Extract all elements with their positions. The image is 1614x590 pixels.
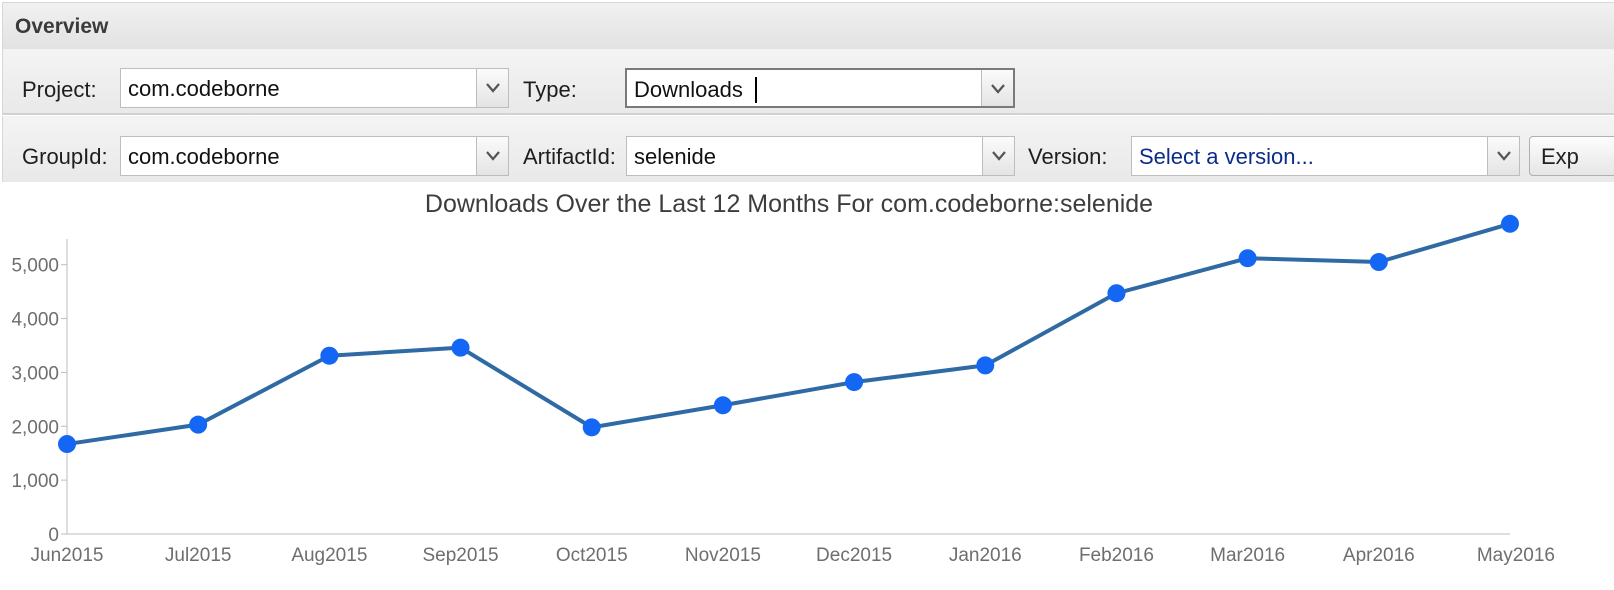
version-label: Version: <box>1028 144 1108 169</box>
y-tick-label: 3,000 <box>11 363 59 384</box>
chart-canvas: Downloads Over the Last 12 Months For co… <box>11 190 1555 566</box>
artifactid-value: selenide <box>634 144 716 169</box>
y-tick-label: 2,000 <box>11 417 59 438</box>
y-axis-ticks: 0 1,000 2,000 3,000 4,000 5,000 <box>11 256 67 546</box>
project-value: com.codeborne <box>128 76 280 101</box>
x-tick-label: Feb2016 <box>1079 545 1154 566</box>
y-tick-label: 0 <box>48 525 59 546</box>
project-label: Project: <box>22 77 97 102</box>
panel-header: Overview <box>2 2 1614 50</box>
version-combobox[interactable]: Select a version... <box>1131 136 1520 176</box>
y-tick-label: 4,000 <box>11 310 59 331</box>
toolbar-artifact: GroupId: com.codeborne ArtifactId: selen… <box>2 116 1614 183</box>
version-placeholder: Select a version... <box>1139 144 1314 169</box>
artifactid-label: ArtifactId: <box>523 144 616 169</box>
groupid-dropdown-button[interactable] <box>476 137 508 175</box>
data-point[interactable] <box>1238 249 1257 268</box>
x-tick-label: Aug2015 <box>291 545 367 566</box>
export-button[interactable]: Exp <box>1529 136 1614 176</box>
text-cursor <box>755 77 757 103</box>
x-tick-label: Jul2015 <box>165 545 232 566</box>
groupid-combobox[interactable]: com.codeborne <box>120 136 509 176</box>
overview-panel: Overview Project: com.codeborne Type: Do… <box>0 0 1614 590</box>
export-button-label: Exp <box>1541 144 1579 169</box>
chevron-down-icon <box>1497 151 1511 161</box>
type-label: Type: <box>523 77 577 102</box>
chart-title: Downloads Over the Last 12 Months For co… <box>425 190 1153 218</box>
artifactid-combobox[interactable]: selenide <box>626 136 1015 176</box>
data-point[interactable] <box>1369 253 1388 272</box>
groupid-label: GroupId: <box>22 144 108 169</box>
type-combobox[interactable]: Downloads <box>625 68 1015 108</box>
x-tick-label: Dec2015 <box>816 545 892 566</box>
chevron-down-icon <box>486 151 500 161</box>
data-point[interactable] <box>1107 284 1126 303</box>
data-point[interactable] <box>1501 214 1519 233</box>
x-tick-label: Jan2016 <box>949 545 1022 566</box>
toolbar-project-type: Project: com.codeborne Type: Downloads <box>2 49 1614 115</box>
data-point[interactable] <box>845 373 864 392</box>
chevron-down-icon <box>991 84 1005 94</box>
y-tick-label: 5,000 <box>11 256 59 277</box>
data-point[interactable] <box>58 435 76 454</box>
x-tick-label: Mar2016 <box>1210 545 1285 566</box>
x-axis-labels: Jun2015 Jul2015 Aug2015 Sep2015 Oct2015 Nov20… <box>31 545 1555 566</box>
groupid-value: com.codeborne <box>128 144 280 169</box>
type-value[interactable]: Downloads <box>634 77 743 103</box>
data-point[interactable] <box>976 356 995 375</box>
x-tick-label: Apr2016 <box>1343 545 1415 566</box>
x-tick-label: Jun2015 <box>31 545 104 566</box>
version-dropdown-button[interactable] <box>1487 137 1519 175</box>
data-point[interactable] <box>189 415 208 434</box>
project-combobox[interactable]: com.codeborne <box>120 68 509 108</box>
artifactid-dropdown-button[interactable] <box>982 137 1014 175</box>
chevron-down-icon <box>992 151 1006 161</box>
data-point[interactable] <box>713 396 732 415</box>
chart-axes <box>66 239 1510 535</box>
y-tick-label: 1,000 <box>11 471 59 492</box>
data-point[interactable] <box>451 338 470 357</box>
type-dropdown-button[interactable] <box>981 70 1013 106</box>
x-tick-label: Sep2015 <box>423 545 499 566</box>
series-line <box>66 221 1511 447</box>
downloads-chart: Downloads Over the Last 12 Months For co… <box>2 182 1614 590</box>
series-downloads <box>58 214 1519 454</box>
data-point[interactable] <box>320 346 339 365</box>
panel-title: Overview <box>15 15 109 38</box>
chevron-down-icon <box>486 83 500 93</box>
data-point[interactable] <box>582 418 601 437</box>
x-tick-label: Nov2015 <box>685 545 761 566</box>
x-tick-label: May2016 <box>1477 545 1555 566</box>
x-tick-label: Oct2015 <box>556 545 628 566</box>
project-dropdown-button[interactable] <box>476 69 508 107</box>
